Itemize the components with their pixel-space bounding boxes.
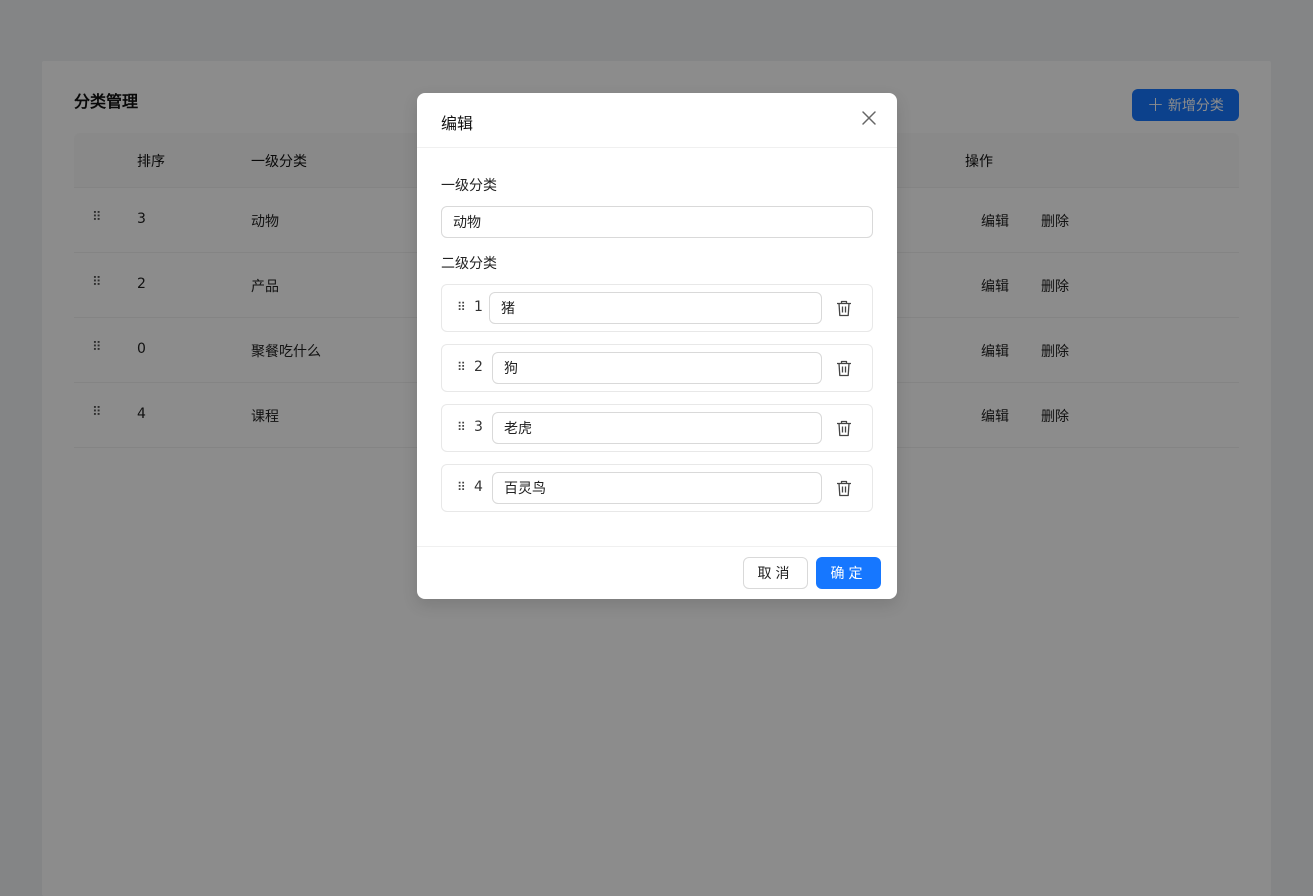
sub-category-item: ⠿ 1	[441, 284, 873, 332]
sub-category-input[interactable]	[492, 472, 822, 504]
sub-item-number: 4	[474, 479, 483, 495]
modal-footer: 取消 确定	[417, 546, 897, 599]
drag-handle-icon[interactable]: ⠿	[457, 300, 466, 314]
trash-icon[interactable]	[836, 300, 852, 317]
drag-handle-icon[interactable]: ⠿	[457, 480, 466, 494]
sub-category-item: ⠿ 3	[441, 404, 873, 452]
sub-item-number: 1	[474, 299, 483, 315]
edit-modal: 编辑 一级分类 二级分类 ⠿ 1 ⠿ 2 ⠿ 3 ⠿ 4	[417, 93, 897, 599]
close-icon[interactable]	[861, 110, 877, 126]
sub-item-number: 2	[474, 359, 483, 375]
sub-category-input[interactable]	[492, 352, 822, 384]
trash-icon[interactable]	[836, 480, 852, 497]
sub-category-input[interactable]	[492, 412, 822, 444]
modal-title: 编辑	[441, 114, 474, 133]
level1-label: 一级分类	[441, 178, 497, 194]
trash-icon[interactable]	[836, 420, 852, 437]
level2-label: 二级分类	[441, 256, 497, 272]
sub-category-item: ⠿ 4	[441, 464, 873, 512]
confirm-button[interactable]: 确定	[816, 557, 881, 589]
sub-item-number: 3	[474, 419, 483, 435]
cancel-button[interactable]: 取消	[743, 557, 808, 589]
level1-input[interactable]	[441, 206, 873, 238]
sub-category-item: ⠿ 2	[441, 344, 873, 392]
drag-handle-icon[interactable]: ⠿	[457, 420, 466, 434]
sub-category-input[interactable]	[489, 292, 822, 324]
trash-icon[interactable]	[836, 360, 852, 377]
modal-header: 编辑	[417, 93, 897, 148]
drag-handle-icon[interactable]: ⠿	[457, 360, 466, 374]
